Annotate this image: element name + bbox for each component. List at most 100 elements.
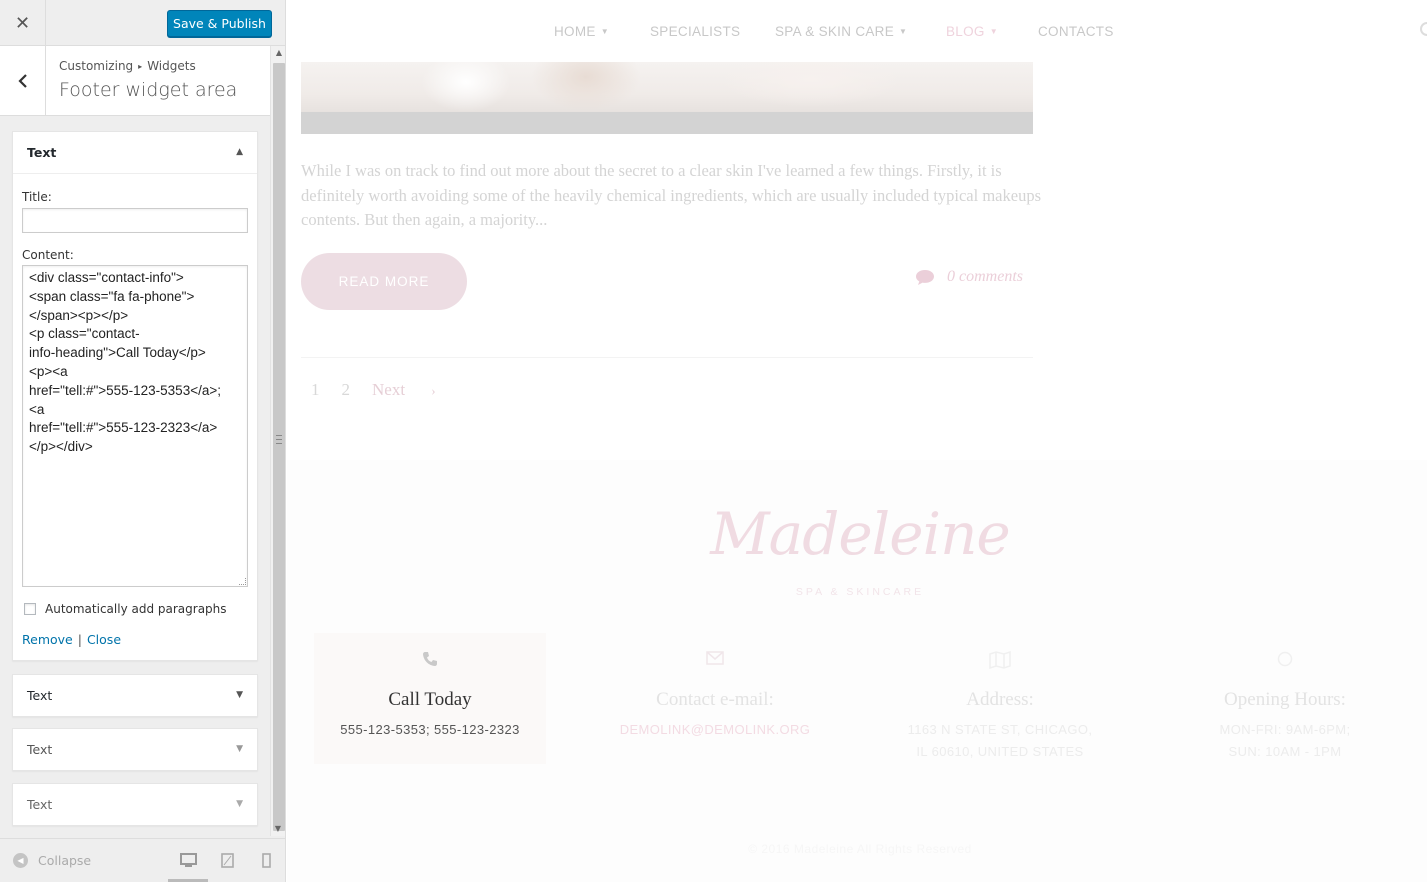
auto-paragraph-checkbox[interactable] <box>24 603 36 615</box>
breadcrumb-separator-icon: ▸ <box>138 62 143 71</box>
widget-header[interactable]: Text ▼ <box>13 784 257 825</box>
copyright-text: © 2016 Madeleine All Rights Reserved <box>748 842 972 856</box>
back-arrow-icon[interactable] <box>0 46 46 115</box>
contact-heading: Opening Hours: <box>1224 689 1346 710</box>
auto-paragraph-option[interactable]: Automatically add paragraphs <box>24 602 227 616</box>
nav-item-blog[interactable]: BLOG ▼ <box>946 24 998 39</box>
widget-title: Text <box>27 797 53 812</box>
comments-link[interactable]: 0 comments <box>915 268 1023 286</box>
text-widget[interactable]: Text ▼ <box>12 728 258 771</box>
title-label: Title: <box>22 190 52 204</box>
breadcrumb-item: Customizing <box>59 59 134 73</box>
site-preview: HOME ▼ SPECIALISTS SPA & SKIN CARE ▼ BLOG ▼… <box>287 0 1427 882</box>
contact-heading: Address: <box>966 689 1034 710</box>
search-icon[interactable] <box>1420 22 1427 36</box>
divider <box>301 357 1033 358</box>
text-widget[interactable]: Text ▼ <box>12 674 258 717</box>
scrollbar-grip-icon <box>276 435 282 444</box>
nav-item-contacts[interactable]: CONTACTS <box>1038 24 1114 39</box>
site-footer: Madeleine SPA & SKINCARE Call Today 555-… <box>287 460 1427 882</box>
widget-header[interactable]: Text ▼ <box>13 675 257 716</box>
widget-title: Text <box>27 688 53 703</box>
content-textarea[interactable]: <div class="contact-info"> <span class="… <box>22 265 248 587</box>
customizer-header: ✕ Save & Publish <box>0 0 285 46</box>
widget-actions: Remove | Close <box>22 632 121 647</box>
next-page-link[interactable]: Next › <box>372 380 458 399</box>
post-excerpt: While I was on track to find out more ab… <box>301 161 1041 229</box>
envelope-icon <box>599 651 831 665</box>
clock-icon <box>1169 651 1401 667</box>
nav-label: SPA & SKIN CARE <box>775 24 895 39</box>
breadcrumb-item: Widgets <box>147 59 196 73</box>
contact-info-email: Contact e-mail: DEMOLINK@DEMOLINK.ORG <box>599 633 831 763</box>
collapse-label: Collapse <box>38 853 92 868</box>
nav-label: CONTACTS <box>1038 24 1114 39</box>
site-nav: HOME ▼ SPECIALISTS SPA & SKIN CARE ▼ BLOG ▼… <box>287 0 1427 62</box>
scrollbar[interactable]: ▲ <box>270 46 285 836</box>
contact-info-address: Address: 1163 N STATE ST, CHICAGO, IL 60… <box>884 633 1116 763</box>
contact-info-call: Call Today 555-123-5353; 555-123-2323 <box>314 633 546 764</box>
widget-header[interactable]: Text ▲ <box>13 132 257 174</box>
mobile-icon[interactable] <box>262 853 271 872</box>
auto-paragraph-label: Automatically add paragraphs <box>45 602 227 616</box>
scroll-up-arrow-icon[interactable]: ▲ <box>271 46 285 60</box>
pagination: 1 2 Next › <box>311 380 480 400</box>
widget-header[interactable]: Text ▼ <box>13 729 257 770</box>
text-widget[interactable]: Text ▼ <box>12 783 258 826</box>
contact-heading: Call Today <box>388 689 472 710</box>
nav-item-spa-skin-care[interactable]: SPA & SKIN CARE ▼ <box>775 24 907 39</box>
resize-handle-icon[interactable] <box>239 578 246 585</box>
comments-count: 0 comments <box>947 268 1023 285</box>
contact-hours: MON-FRI: 9AM-6PM; SUN: 10AM - 1PM <box>1219 722 1351 759</box>
page-link-1[interactable]: 1 <box>311 380 320 399</box>
nav-item-home[interactable]: HOME ▼ <box>554 24 609 39</box>
section-title: Footer widget area <box>59 79 238 101</box>
tablet-icon[interactable] <box>221 853 234 872</box>
save-publish-button[interactable]: Save & Publish <box>167 10 272 37</box>
next-label: Next <box>372 380 406 399</box>
contact-phones: 555-123-5353; 555-123-2323 <box>340 722 520 737</box>
collapse-arrow-icon[interactable]: ▲ <box>236 147 243 157</box>
widget-title: Text <box>27 145 57 160</box>
phone-icon <box>314 651 546 667</box>
nav-label: BLOG <box>946 24 985 39</box>
page-link-2[interactable]: 2 <box>342 380 351 399</box>
close-icon[interactable]: ✕ <box>0 0 46 46</box>
contact-email[interactable]: DEMOLINK@DEMOLINK.ORG <box>599 719 831 741</box>
site-tagline: SPA & SKINCARE <box>795 586 925 598</box>
map-icon <box>884 651 1116 669</box>
close-link[interactable]: Close <box>87 632 121 647</box>
contact-address: 1163 N STATE ST, CHICAGO, IL 60610, UNIT… <box>907 722 1093 759</box>
customizer-footer: ◀ Collapse <box>0 838 285 882</box>
chevron-right-icon: › <box>431 383 436 398</box>
desktop-icon[interactable] <box>180 853 197 872</box>
nav-label: SPECIALISTS <box>650 24 741 39</box>
content-label: Content: <box>22 248 74 262</box>
expand-arrow-icon[interactable]: ▼ <box>236 744 243 754</box>
collapse-sidebar-button[interactable]: ◀ Collapse <box>13 853 91 868</box>
nav-item-specialists[interactable]: SPECIALISTS <box>650 24 740 39</box>
text-widget: Text ▲ Title: Content: <div class="conta… <box>12 131 258 661</box>
scrollbar-thumb[interactable] <box>273 63 285 831</box>
site-logo[interactable]: Madeleine <box>287 500 1427 568</box>
actions-separator: | <box>77 632 82 647</box>
section-header: Customizing ▸ Widgets Footer widget area <box>0 46 270 116</box>
comment-icon <box>916 269 934 285</box>
remove-link[interactable]: Remove <box>22 632 73 647</box>
chevron-down-icon: ▼ <box>899 27 908 36</box>
chevron-down-icon: ▼ <box>600 27 609 36</box>
title-input[interactable] <box>22 208 248 233</box>
collapse-icon: ◀ <box>13 853 28 868</box>
nav-label: HOME <box>554 24 596 39</box>
breadcrumb: Customizing ▸ Widgets <box>59 59 196 73</box>
customizer-sidebar: ✕ Save & Publish Customizing ▸ Widgets Foo… <box>0 0 286 882</box>
expand-arrow-icon[interactable]: ▼ <box>236 690 243 700</box>
post-featured-image <box>301 62 1033 134</box>
chevron-down-icon: ▼ <box>989 27 998 36</box>
read-more-button[interactable]: READ MORE <box>301 253 467 310</box>
scroll-down-arrow-icon[interactable]: ▼ <box>270 824 285 836</box>
contact-info-hours: Opening Hours: MON-FRI: 9AM-6PM; SUN: 10… <box>1169 633 1401 763</box>
widget-title: Text <box>27 742 53 757</box>
contact-heading: Contact e-mail: <box>656 689 774 710</box>
expand-arrow-icon[interactable]: ▼ <box>236 799 243 809</box>
